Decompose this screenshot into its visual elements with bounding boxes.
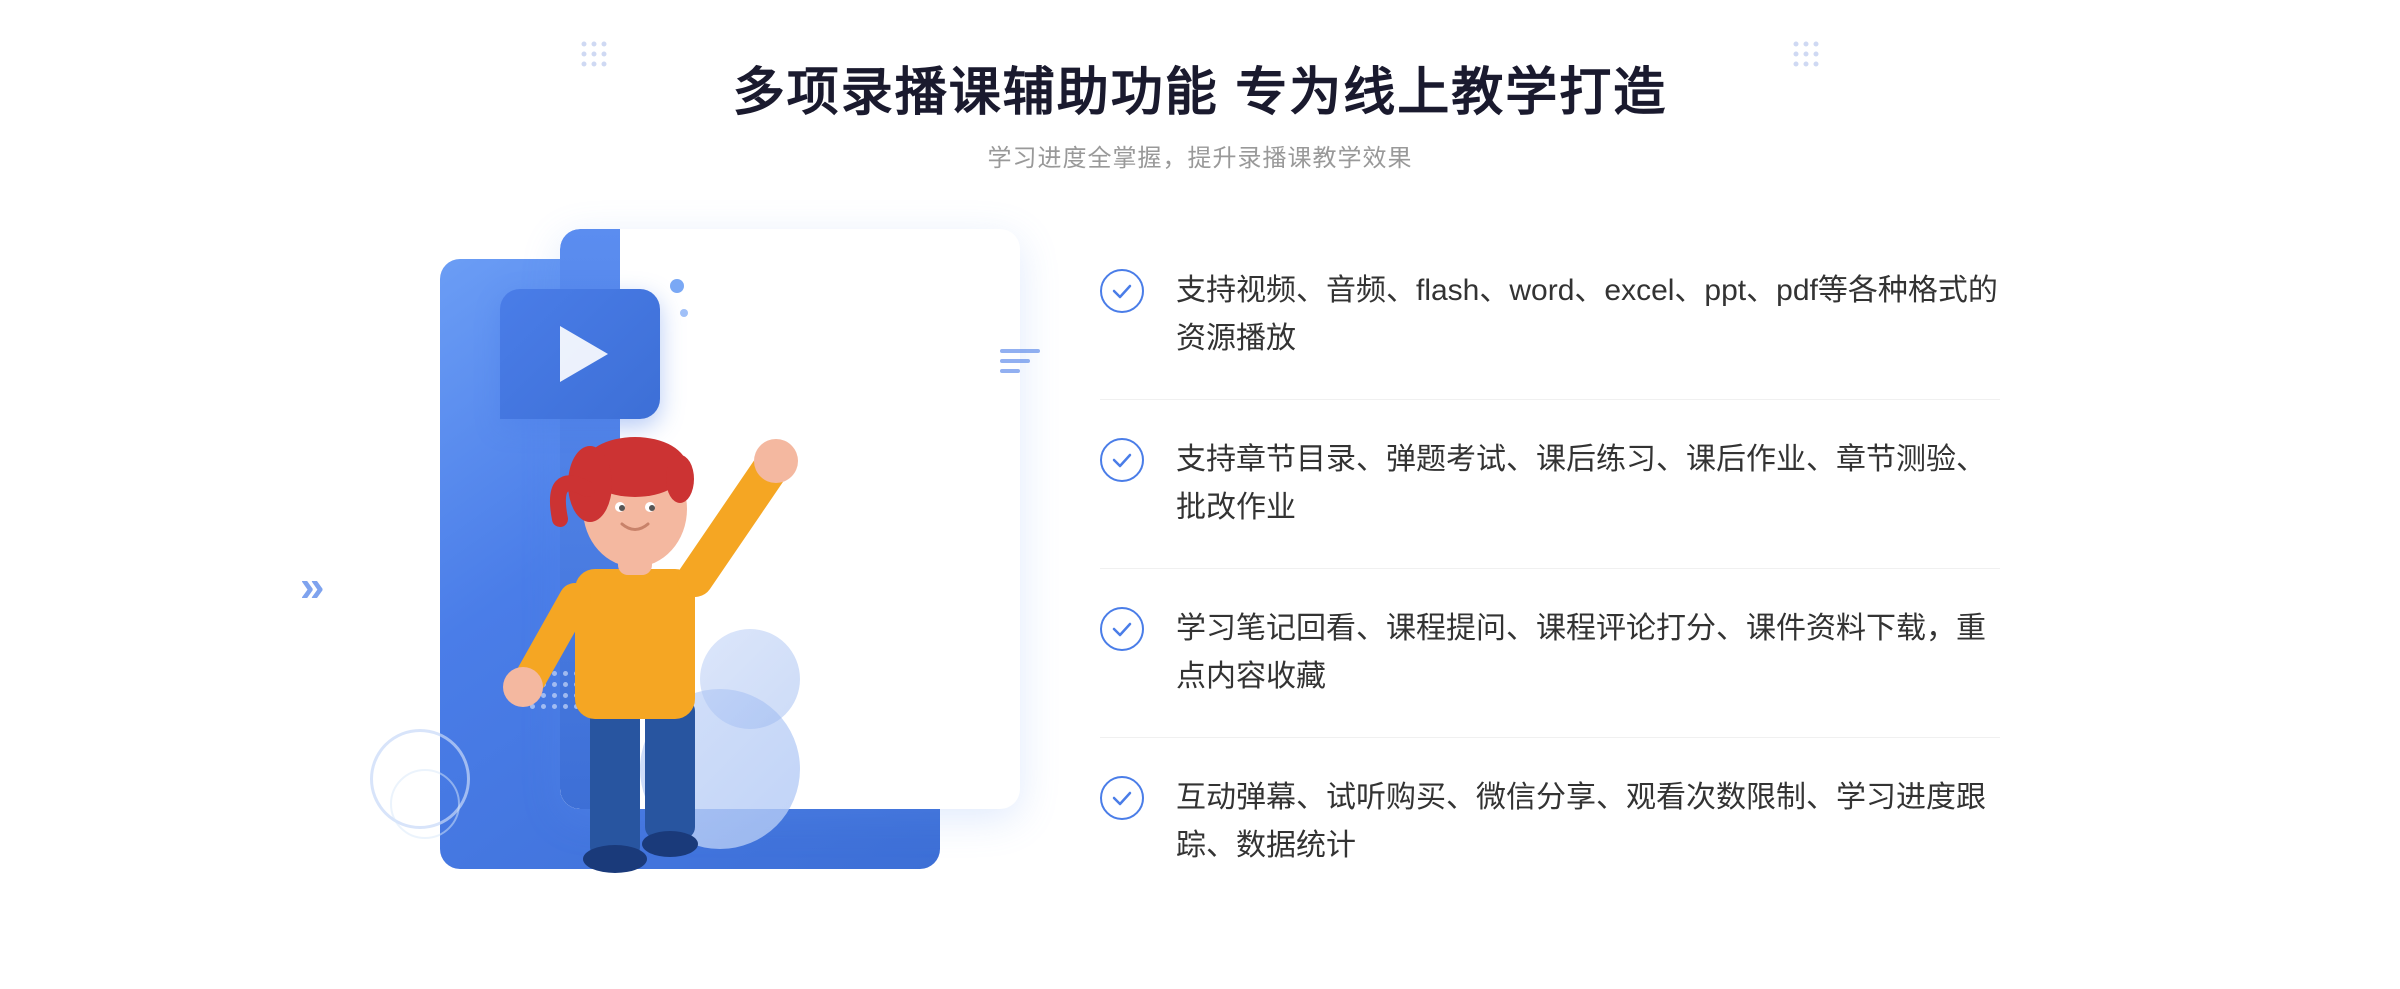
feature-item-4: 互动弹幕、试听购买、微信分享、观看次数限制、学习进度跟踪、数据统计 (1100, 738, 2000, 906)
page-container: 多项录播课辅助功能 专为线上教学打造 学习进度全掌握，提升录播课教学效果 (0, 0, 2400, 989)
sparkle-dot-2 (680, 309, 688, 317)
feature-item-2: 支持章节目录、弹题考试、课后练习、课后作业、章节测验、批改作业 (1100, 400, 2000, 569)
stripe-decoration (1000, 349, 1040, 373)
play-icon (560, 326, 608, 382)
content-wrapper: » 支持视频、音频、flash、word、excel、ppt、pdf等各种格式 (400, 229, 2000, 909)
check-icon-3 (1100, 607, 1144, 651)
illustration-area: » (400, 229, 1020, 909)
feature-text-1: 支持视频、音频、flash、word、excel、ppt、pdf等各种格式的资源… (1176, 267, 2000, 363)
header-section: 多项录播课辅助功能 专为线上教学打造 学习进度全掌握，提升录播课教学效果 (733, 60, 1667, 173)
check-icon-1 (1100, 269, 1144, 313)
check-icon-4 (1100, 776, 1144, 820)
feature-text-3: 学习笔记回看、课程提问、课程评论打分、课件资料下载，重点内容收藏 (1176, 605, 2000, 701)
dots-left-top-decoration (580, 40, 608, 68)
feature-text-4: 互动弹幕、试听购买、微信分享、观看次数限制、学习进度跟踪、数据统计 (1176, 774, 2000, 870)
features-area: 支持视频、音频、flash、word、excel、ppt、pdf等各种格式的资源… (1020, 231, 2000, 906)
feature-item-3: 学习笔记回看、课程提问、课程评论打分、课件资料下载，重点内容收藏 (1100, 569, 2000, 738)
page-title: 多项录播课辅助功能 专为线上教学打造 (733, 60, 1667, 128)
dots-right-top-decoration (1792, 40, 1820, 68)
page-subtitle: 学习进度全掌握，提升录播课教学效果 (733, 138, 1667, 173)
check-icon-2 (1100, 438, 1144, 482)
chevron-arrows: » (300, 565, 324, 609)
feature-item-1: 支持视频、音频、flash、word、excel、ppt、pdf等各种格式的资源… (1100, 231, 2000, 400)
sparkle-dot-1 (670, 279, 684, 293)
person-illustration (460, 389, 800, 909)
feature-text-2: 支持章节目录、弹题考试、课后练习、课后作业、章节测验、批改作业 (1176, 436, 2000, 532)
